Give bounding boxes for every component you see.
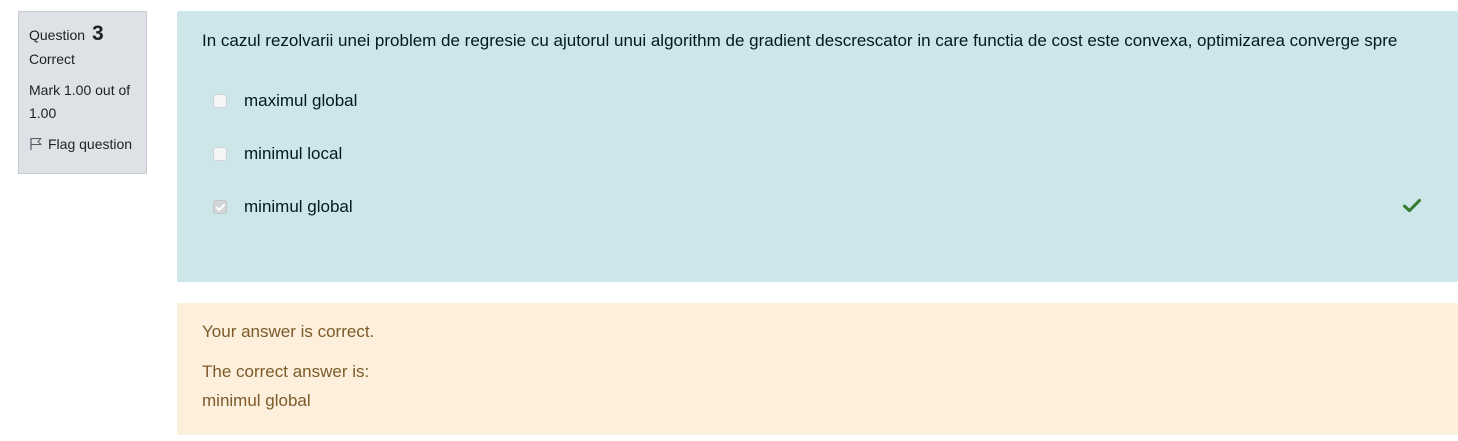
right-answer-value: minimul global xyxy=(202,391,311,410)
specific-feedback: Your answer is correct. xyxy=(202,322,375,341)
question-text: In cazul rezolvarii unei problem de regr… xyxy=(202,31,1398,50)
answer-option[interactable]: maximul global xyxy=(202,74,1434,127)
flag-question-link[interactable]: Flag question xyxy=(29,134,136,154)
answer-label: maximul global xyxy=(244,90,358,110)
question-number: 3 xyxy=(91,22,104,45)
answer-label: minimul local xyxy=(244,143,343,163)
feedback-panel: Your answer is correct. The correct answ… xyxy=(177,303,1458,435)
answer-checkbox[interactable] xyxy=(213,93,227,108)
answer-label: minimul global xyxy=(244,196,353,216)
answer-list: maximul global minimul local minimul glo… xyxy=(202,74,1434,233)
question-content: In cazul rezolvarii unei problem de regr… xyxy=(177,11,1458,282)
answer-option[interactable]: minimul global xyxy=(202,180,1434,233)
question-number-heading: Question 3 xyxy=(29,21,136,49)
check-icon xyxy=(1403,198,1421,212)
right-answer-label: The correct answer is: xyxy=(202,362,370,381)
quiz-page: Question 3 Correct Mark 1.00 out of 1.00… xyxy=(0,0,1458,441)
question-label: Question xyxy=(29,27,86,43)
answer-checkbox[interactable] xyxy=(213,146,227,161)
question-state: Correct xyxy=(29,51,75,67)
flag-question-label: Flag question xyxy=(48,136,133,152)
question-info-panel: Question 3 Correct Mark 1.00 out of 1.00… xyxy=(18,11,147,174)
flag-icon xyxy=(30,137,42,150)
answer-checkbox-checked[interactable] xyxy=(213,199,227,214)
answer-option[interactable]: minimul local xyxy=(202,127,1434,180)
question-grade: Mark 1.00 out of 1.00 xyxy=(29,82,131,121)
